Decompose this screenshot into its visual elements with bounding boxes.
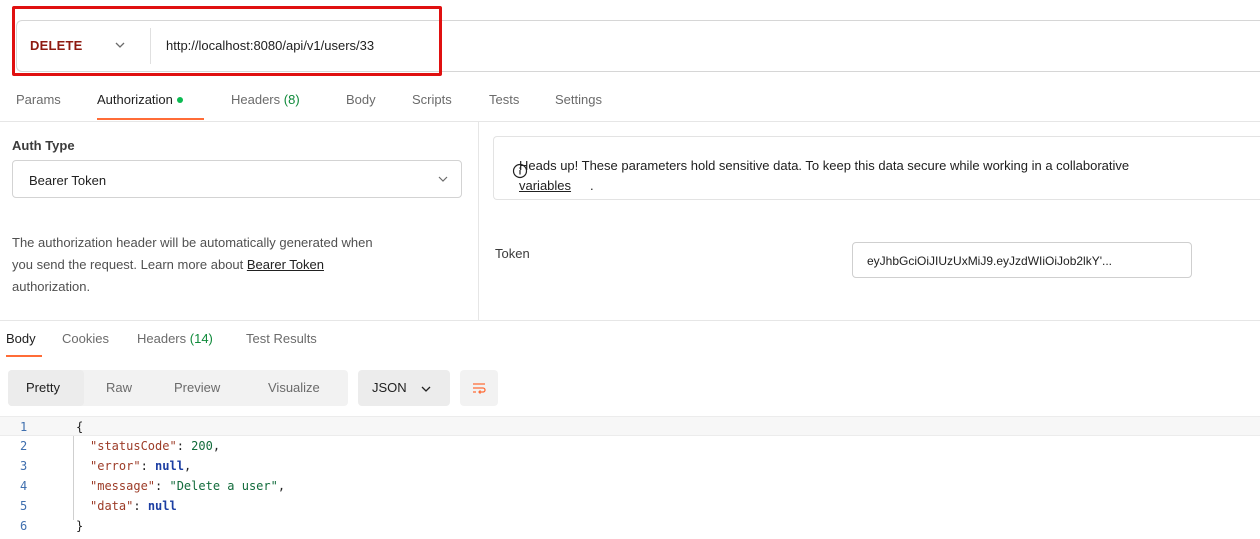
notice-period: . — [590, 178, 594, 193]
line-number: 5 — [20, 499, 28, 513]
tab-authorization[interactable]: Authorization — [97, 92, 183, 107]
code-line: 1 { — [0, 416, 1260, 436]
method-selector[interactable]: DELETE — [30, 38, 82, 53]
line-number: 3 — [20, 459, 28, 473]
code-comma: , — [183, 459, 192, 473]
auth-desc-line-2: you send the request. Learn more about — [12, 257, 244, 272]
code-token: "message": "Delete a user", — [90, 479, 285, 493]
indent-guide — [73, 436, 74, 520]
notice-text: Heads up! These parameters hold sensitiv… — [519, 158, 1130, 173]
code-line: 2 "statusCode": 200, — [0, 436, 1260, 456]
code-token: "data": null — [90, 499, 177, 513]
json-key: "statusCode" — [90, 439, 177, 453]
json-key: "message" — [90, 479, 156, 493]
code-colon: : — [133, 499, 148, 513]
headers-count: (8) — [283, 92, 300, 107]
response-tab-body[interactable]: Body — [6, 331, 36, 346]
format-value: JSON — [372, 380, 407, 395]
line-number: 6 — [20, 519, 28, 533]
view-visualize-button[interactable]: Visualize — [268, 380, 320, 395]
code-token: { — [76, 420, 84, 434]
auth-type-value: Bearer Token — [29, 173, 107, 188]
json-value: null — [147, 499, 177, 513]
status-dot — [176, 96, 183, 103]
view-preview-button[interactable]: Preview — [174, 380, 220, 395]
request-tabs: Params Authorization Headers (8) Body Sc… — [0, 88, 1260, 122]
json-value: 200 — [191, 439, 213, 453]
view-pretty-button[interactable]: Pretty — [26, 380, 60, 395]
code-token: "error": null, — [90, 459, 191, 473]
token-label: Token — [495, 246, 530, 261]
code-colon: : — [140, 459, 156, 473]
code-line: 5 "data": null — [0, 496, 1260, 516]
code-comma: , — [277, 479, 286, 493]
auth-settings-panel: Auth Type Bearer Token The authorization… — [0, 122, 478, 320]
code-token: } — [76, 519, 84, 533]
tab-scripts[interactable]: Scripts — [412, 92, 452, 107]
tab-settings[interactable]: Settings — [555, 92, 602, 107]
response-body-code: 1 { 2 "statusCode": 200, 3 "error": null… — [0, 416, 1260, 539]
tab-authorization-label: Authorization — [97, 92, 173, 107]
json-key: "error" — [90, 459, 141, 473]
url-input[interactable]: http://localhost:8080/api/v1/users/33 — [166, 38, 374, 53]
tab-tests[interactable]: Tests — [489, 92, 519, 107]
code-line: 6 } — [0, 516, 1260, 536]
chevron-down-icon — [421, 386, 431, 392]
active-tab-indicator — [97, 118, 204, 120]
response-headers-label: Headers — [137, 331, 187, 346]
tab-headers[interactable]: Headers (8) — [231, 92, 300, 107]
wrap-icon — [473, 383, 486, 394]
wrap-lines-button[interactable] — [460, 370, 498, 406]
auth-type-select[interactable]: Bearer Token — [12, 160, 462, 198]
variables-link[interactable]: variables — [519, 178, 571, 193]
format-select[interactable]: JSON — [358, 370, 450, 406]
tab-params[interactable]: Params — [16, 92, 61, 107]
code-comma: , — [212, 439, 221, 453]
response-headers-count: (14) — [189, 331, 213, 346]
json-value: null — [155, 459, 184, 473]
response-tab-test-results[interactable]: Test Results — [246, 331, 317, 346]
code-colon: : — [176, 439, 192, 453]
code-colon: : — [155, 479, 170, 493]
chevron-down-icon — [438, 176, 448, 182]
tab-body[interactable]: Body — [346, 92, 376, 107]
code-line: 4 "message": "Delete a user", — [0, 476, 1260, 496]
token-input[interactable]: eyJhbGciOiJIUzUxMiJ9.eyJzdWIiOiJob2lkY'.… — [852, 242, 1192, 278]
token-value: eyJhbGciOiJIUzUxMiJ9.eyJzdWIiOiJob2lkY'.… — [867, 254, 1113, 268]
tab-headers-label: Headers — [231, 92, 281, 107]
url-divider — [150, 28, 151, 64]
response-tab-cookies[interactable]: Cookies — [62, 331, 109, 346]
divider — [0, 320, 1260, 321]
bearer-token-link[interactable]: Bearer Token — [247, 257, 324, 272]
active-tab-indicator — [6, 355, 42, 357]
auth-description: The authorization header will be automat… — [12, 232, 462, 298]
line-number: 4 — [20, 479, 28, 493]
response-tab-headers[interactable]: Headers (14) — [137, 331, 213, 346]
code-line: 3 "error": null, — [0, 456, 1260, 476]
auth-desc-line-1: The authorization header will be automat… — [12, 235, 373, 250]
json-key: "data" — [90, 499, 134, 513]
line-number: 1 — [20, 420, 28, 434]
auth-token-panel: Heads up! These parameters hold sensitiv… — [479, 122, 1260, 320]
chevron-down-icon[interactable] — [113, 38, 127, 52]
auth-desc-line-3: authorization. — [12, 279, 91, 294]
view-mode-group: Pretty Raw Preview Visualize — [8, 370, 348, 406]
json-value: "Delete a user" — [169, 479, 278, 493]
code-token: "statusCode": 200, — [90, 439, 220, 453]
line-number: 2 — [20, 439, 28, 453]
auth-type-label: Auth Type — [12, 138, 75, 153]
view-raw-button[interactable]: Raw — [106, 380, 132, 395]
